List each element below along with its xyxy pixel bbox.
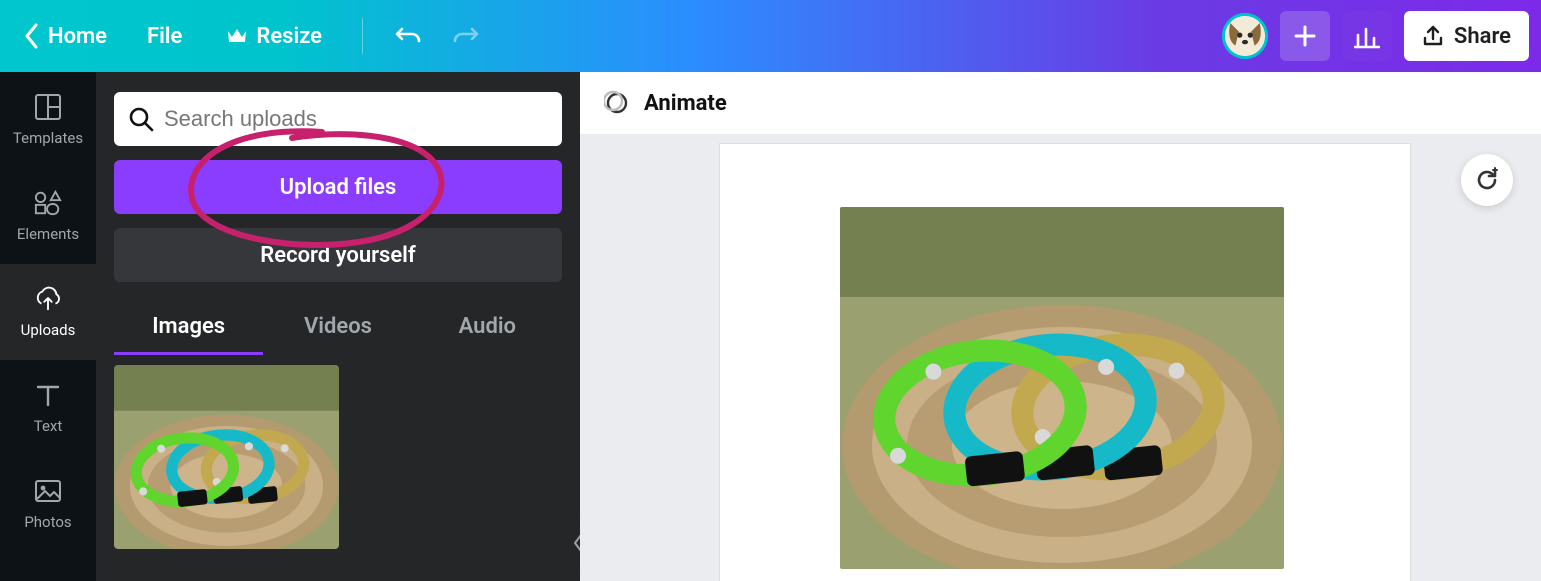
photos-icon [34, 477, 62, 505]
upload-files-button[interactable]: Upload files [114, 160, 562, 214]
nav-elements[interactable]: Elements [0, 168, 96, 264]
nav-uploads[interactable]: Uploads [0, 264, 96, 360]
home-button[interactable]: Home [12, 15, 119, 57]
chevron-left-icon [24, 23, 40, 49]
nav-label: Text [34, 417, 63, 435]
uploads-panel: Upload files Record yourself Images Vide… [96, 72, 580, 581]
refresh-plus-icon [1473, 166, 1501, 194]
avatar[interactable] [1222, 13, 1268, 59]
canvas-area[interactable] [580, 134, 1541, 581]
bar-chart-icon [1354, 23, 1380, 49]
animate-icon [604, 90, 630, 116]
nav-label: Photos [24, 513, 71, 531]
nav-text[interactable]: Text [0, 360, 96, 456]
redo-button[interactable] [443, 14, 487, 58]
upload-files-label: Upload files [280, 175, 397, 200]
record-yourself-label: Record yourself [260, 243, 415, 268]
file-menu[interactable]: File [131, 16, 198, 57]
editor-area: Animate [580, 72, 1541, 581]
undo-icon [395, 24, 423, 48]
search-input[interactable] [164, 106, 548, 132]
resize-label: Resize [256, 24, 322, 49]
home-label: Home [48, 24, 107, 49]
record-yourself-button[interactable]: Record yourself [114, 228, 562, 282]
share-button[interactable]: Share [1404, 11, 1529, 61]
canvas-page[interactable] [720, 144, 1410, 581]
nav-photos[interactable]: Photos [0, 456, 96, 552]
nav-templates[interactable]: Templates [0, 72, 96, 168]
toolbar-divider [362, 18, 363, 54]
text-icon [34, 381, 62, 409]
animate-label: Animate [644, 91, 727, 116]
uploads-icon [34, 285, 62, 313]
undo-button[interactable] [387, 14, 431, 58]
plus-icon [1293, 24, 1317, 48]
thumbnail-image [114, 365, 339, 549]
share-label: Share [1454, 24, 1511, 49]
search-uploads[interactable] [114, 92, 562, 146]
animate-button[interactable]: Animate [604, 90, 727, 116]
share-icon [1422, 25, 1444, 47]
regenerate-button[interactable] [1461, 154, 1513, 206]
nav-label: Elements [17, 225, 79, 243]
nav-label: Templates [13, 129, 83, 147]
crown-icon [226, 27, 248, 45]
insights-button[interactable] [1342, 11, 1392, 61]
side-nav: Templates Elements Uploads Text Photos [0, 72, 96, 581]
tab-audio[interactable]: Audio [413, 306, 562, 355]
tab-videos[interactable]: Videos [263, 306, 412, 355]
canvas-image[interactable] [840, 207, 1284, 569]
resize-menu[interactable]: Resize [210, 16, 338, 57]
canvas-image-content [840, 207, 1284, 569]
add-button[interactable] [1280, 11, 1330, 61]
upload-thumbnail[interactable] [114, 365, 339, 549]
avatar-image [1225, 13, 1265, 59]
elements-icon [34, 189, 62, 217]
search-icon [128, 106, 154, 132]
top-toolbar: Home File Resize [0, 0, 1541, 72]
redo-icon [451, 24, 479, 48]
nav-label: Uploads [21, 321, 76, 339]
uploads-tabs: Images Videos Audio [114, 306, 562, 355]
context-toolbar: Animate [580, 72, 1541, 134]
templates-icon [34, 93, 62, 121]
tab-images[interactable]: Images [114, 306, 263, 355]
